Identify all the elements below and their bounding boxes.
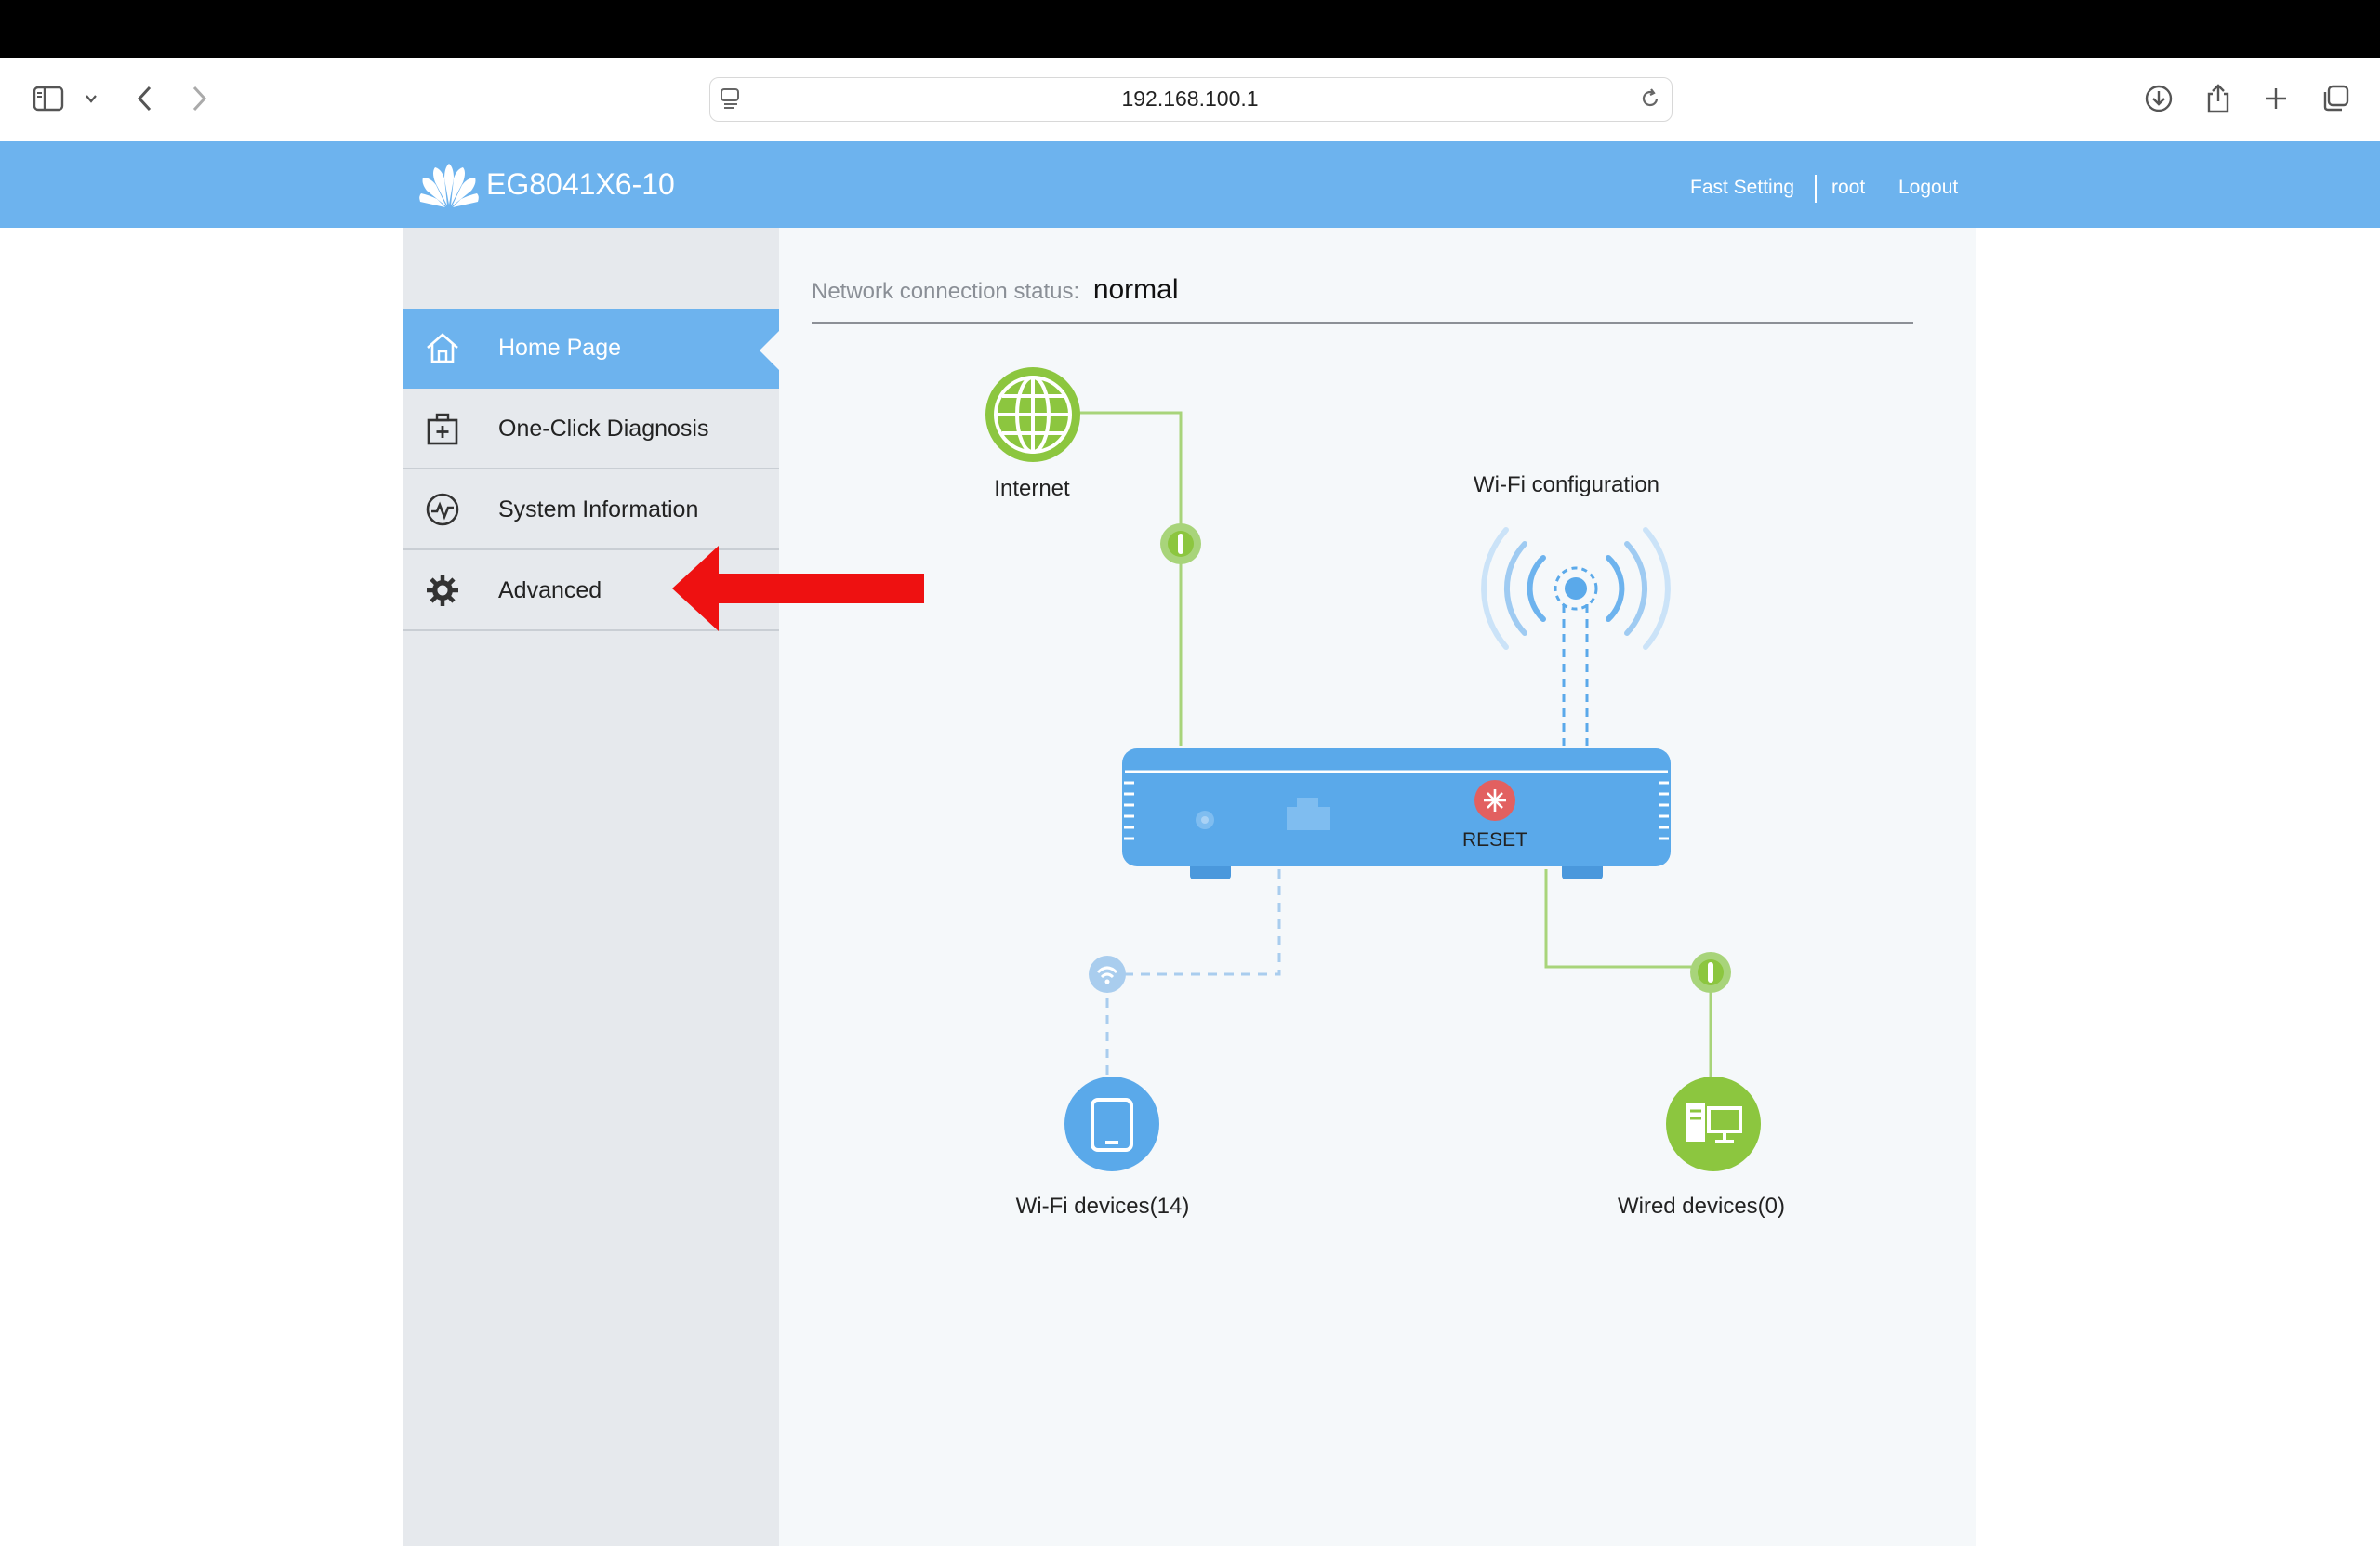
url-text: 192.168.100.1 <box>1121 86 1259 111</box>
router-device[interactable] <box>1122 748 1671 879</box>
gear-icon <box>419 567 466 614</box>
wifi-configuration-label[interactable]: Wi-Fi configuration <box>1436 472 1697 498</box>
wifi-devices-label[interactable]: Wi-Fi devices(14) <box>991 1194 1214 1220</box>
router-header <box>0 141 2380 228</box>
sidebar-item-label: Advanced <box>498 576 602 603</box>
fast-setting-link[interactable]: Fast Setting <box>1690 175 1794 201</box>
reset-label: RESET <box>1461 829 1527 851</box>
reset-button-icon[interactable] <box>1474 780 1515 821</box>
globe-icon[interactable] <box>985 367 1080 462</box>
share-icon[interactable] <box>2198 78 2239 119</box>
tablet-icon[interactable] <box>1064 1077 1159 1171</box>
top-black-bar <box>0 0 2380 58</box>
sidebar-item-label: Home Page <box>498 334 622 361</box>
header-separator <box>1815 175 1817 203</box>
home-icon <box>419 324 466 371</box>
sidebar-item-system-information[interactable]: System Information <box>403 470 779 550</box>
reload-icon[interactable] <box>1638 86 1662 115</box>
chevron-down-icon[interactable] <box>73 78 110 119</box>
sidebar-item-home-page[interactable]: Home Page <box>403 309 779 389</box>
wired-connection-line <box>1544 869 1712 1080</box>
back-icon[interactable] <box>125 78 165 119</box>
red-annotation-arrow <box>672 546 924 631</box>
sidebar-toggle-icon[interactable] <box>28 78 69 119</box>
sidebar-item-label: System Information <box>498 496 699 522</box>
download-icon[interactable] <box>2138 78 2179 119</box>
huawei-logo <box>418 160 480 208</box>
antenna-lines <box>1562 604 1589 746</box>
wifi-connection-line <box>1105 869 1281 1080</box>
activity-icon <box>419 486 466 533</box>
internet-label: Internet <box>994 476 1070 501</box>
tab-overview-icon[interactable] <box>2315 78 2356 119</box>
user-link[interactable]: root <box>1831 175 1865 201</box>
new-tab-icon[interactable] <box>2255 78 2296 119</box>
desktop-computer-icon[interactable] <box>1666 1077 1761 1171</box>
forward-icon[interactable] <box>178 78 219 119</box>
internet-link-node-icon <box>1160 523 1201 564</box>
active-item-notch <box>760 330 780 371</box>
wifi-link-node-icon <box>1089 956 1126 993</box>
network-topology-diagram <box>985 367 1761 1171</box>
wired-devices-label[interactable]: Wired devices(0) <box>1594 1194 1808 1220</box>
sidebar-item-one-click-diagnosis[interactable]: One-Click Diagnosis <box>403 390 779 469</box>
device-model: EG8041X6-10 <box>486 167 675 201</box>
wifi-signal-icon[interactable] <box>1481 527 1671 650</box>
logout-link[interactable]: Logout <box>1898 175 1958 201</box>
sidebar-item-label: One-Click Diagnosis <box>498 415 709 442</box>
wired-link-node-icon <box>1690 952 1731 993</box>
internet-connection-line <box>1078 411 1183 746</box>
medical-kit-icon <box>419 405 466 452</box>
